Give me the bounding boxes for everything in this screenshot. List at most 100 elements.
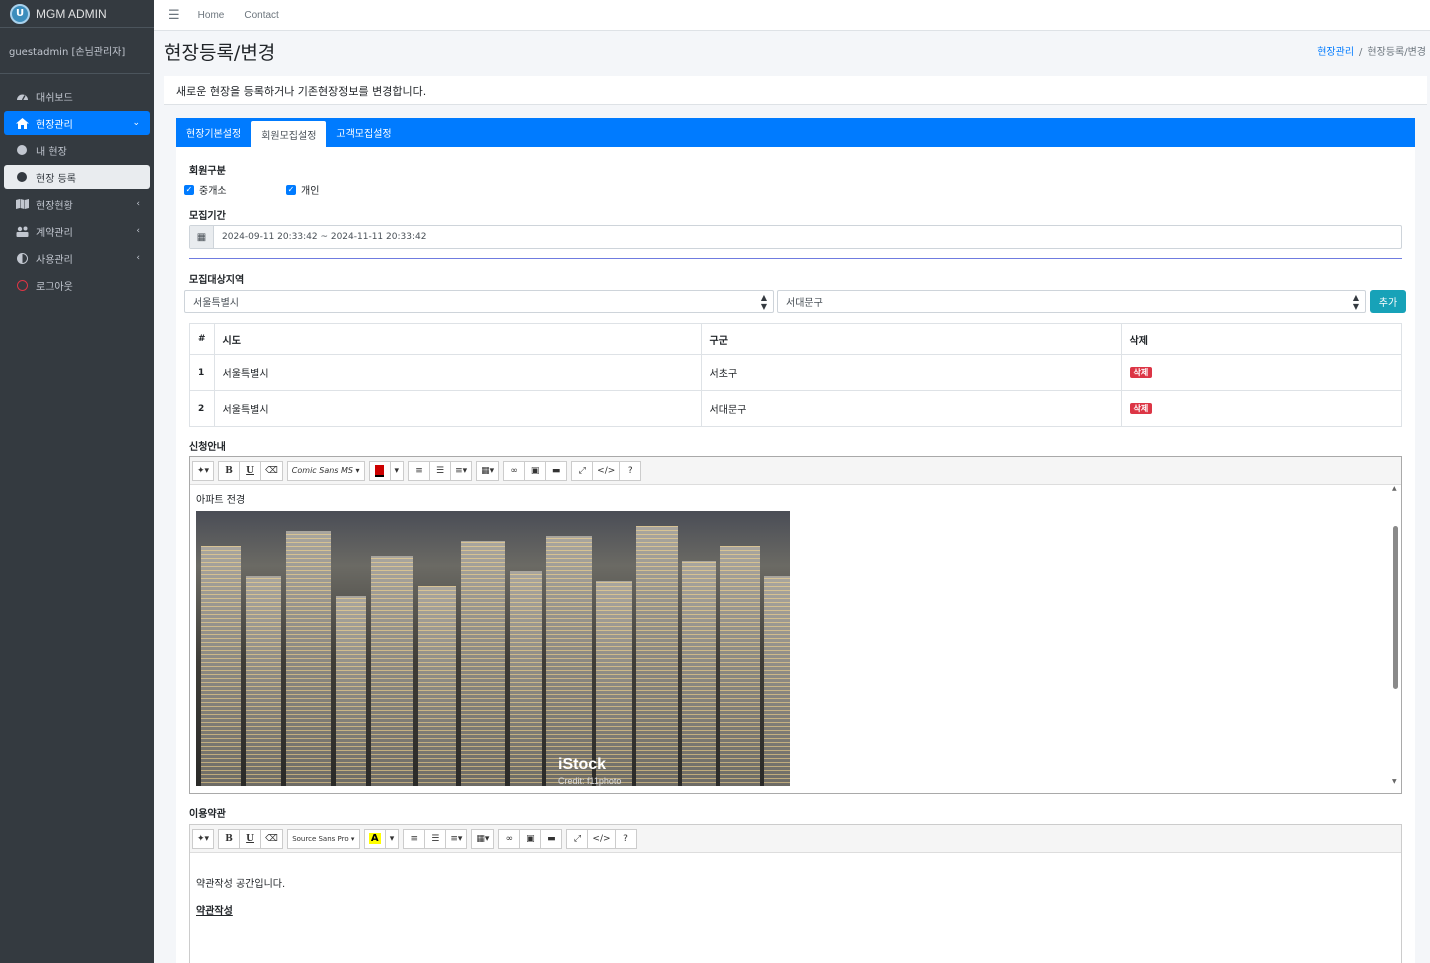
unordered-list-icon[interactable]: ≡ [403,828,426,849]
gugun-select[interactable]: 서대문구 ▲ ▼ [777,290,1366,313]
sidebar-item-usage[interactable]: 사용관리 ‹ [4,246,150,270]
sidebar-item-label: 사용관리 [36,254,73,266]
tab-member-recruit[interactable]: 회원모집설정 [251,121,327,147]
scroll-up-arrow-icon[interactable]: ▲ [1392,485,1397,492]
nav-link-contact[interactable]: Contact [244,10,278,21]
paragraph-align-icon[interactable]: ≡▾ [445,828,468,849]
ordered-list-icon[interactable]: ☰ [429,460,452,481]
circle-icon [15,145,29,155]
checkbox-checked-icon[interactable]: ✓ [286,184,296,195]
description-text: 새로운 현장을 등록하거나 기존현장정보를 변경합니다. [176,85,427,98]
table-icon[interactable]: ▦▾ [476,460,500,481]
video-icon[interactable]: ▬ [540,828,563,849]
unordered-list-icon[interactable]: ≡ [408,460,431,481]
font-family-dropdown[interactable]: Comic Sans MS ▾ [286,460,365,481]
sidebar-item-logout[interactable]: 로그아웃 [4,273,150,297]
guide-rich-text-editor: ✦▾ B U ⌫ Comic Sans MS ▾ ▾ ≡ ☰ ≡▾ ▦▾ ∞ ▣ [189,456,1402,794]
chevron-left-icon: ‹ [136,253,140,263]
period-value[interactable]: 2024-09-11 20:33:42 ~ 2024-11-11 20:33:4… [222,232,426,242]
breadcrumb: 현장관리 / 현장등록/변경 [1317,43,1426,58]
user-name[interactable]: guestadmin [손님관리자] [9,43,125,58]
select-arrows-icon: ▲ ▼ [760,292,767,311]
gugun-selected-value: 서대문구 [786,298,823,309]
people-icon [15,226,29,237]
page-title: 현장등록/변경 [164,42,276,64]
sidebar-item-my-site[interactable]: 내 현장 [4,138,150,162]
underline-button[interactable]: U [239,460,262,481]
code-view-icon[interactable]: </> [587,828,616,849]
editor-toolbar: ✦▾ B U ⌫ Comic Sans MS ▾ ▾ ≡ ☰ ≡▾ ▦▾ ∞ ▣ [190,457,1401,485]
table-row: 2 서울특별시 서대문구 삭제 [189,390,1403,427]
row-gugun: 서대문구 [700,390,1122,427]
bold-button[interactable]: B [218,460,241,481]
row-delete-cell: 삭제 [1120,354,1403,391]
row-sido: 서울특별시 [213,354,702,391]
tab-customer-recruit[interactable]: 고객모집설정 [326,118,401,147]
scrollbar-thumb[interactable] [1393,526,1398,689]
color-dropdown-caret-icon[interactable]: ▾ [384,828,400,849]
link-icon[interactable]: ∞ [503,460,526,481]
scroll-down-arrow-icon[interactable]: ▼ [1392,778,1397,785]
delete-button[interactable]: 삭제 [1129,367,1153,378]
magic-wand-style-icon[interactable]: ✦▾ [192,460,215,481]
help-icon[interactable]: ? [619,460,642,481]
fullscreen-icon[interactable]: ⤢ [566,828,589,849]
magic-wand-style-icon[interactable]: ✦▾ [192,828,215,849]
font-family-dropdown[interactable]: Source Sans Pro ▾ [286,828,360,849]
nav-link-home[interactable]: Home [198,10,225,21]
code-view-icon[interactable]: </> [592,460,621,481]
color-dropdown-caret-icon[interactable]: ▾ [389,460,405,481]
sidebar-item-site-status[interactable]: 현장현황 ‹ [4,192,150,216]
editor-scrollbar[interactable]: ▲ ▼ [1392,485,1400,787]
table-icon[interactable]: ▦▾ [471,828,495,849]
underline-button[interactable]: U [239,828,262,849]
terms-text-line: 약관작성 공간입니다. [196,879,286,890]
checkbox-checked-icon[interactable]: ✓ [184,184,194,195]
checkbox-broker[interactable]: ✓ 중개소 [184,182,227,197]
sidebar-item-contract[interactable]: 계약관리 ‹ [4,219,150,243]
text-color-button[interactable]: A [363,828,386,849]
checkbox-individual[interactable]: ✓ 개인 [286,182,319,197]
image-icon[interactable]: ▣ [524,460,547,481]
ordered-list-icon[interactable]: ☰ [424,828,447,849]
page-description: 새로운 현장을 등록하거나 기존현장정보를 변경합니다. [164,76,1427,105]
checkbox-label: 중개소 [199,186,227,197]
sidebar-item-site-management[interactable]: 현장관리 ⌄ [4,111,150,135]
tab-site-basic[interactable]: 현장기본설정 [176,118,251,147]
fullscreen-icon[interactable]: ⤢ [571,460,594,481]
help-icon[interactable]: ? [614,828,637,849]
adjust-icon [15,252,29,264]
apartment-photo: iStock Credit: f11photo [196,511,790,786]
sidebar-item-dashboard[interactable]: 대쉬보드 [4,84,150,108]
add-region-button[interactable]: 추가 [1370,290,1406,313]
sidebar-item-label: 현장관리 [36,119,73,131]
user-panel[interactable]: guestadmin [손님관리자] [0,28,150,74]
terms-rich-text-editor: ✦▾ B U ⌫ Source Sans Pro ▾ A ▾ ≡ ☰ ≡▾ ▦▾… [189,824,1402,963]
bold-button[interactable]: B [218,828,241,849]
breadcrumb-link-parent[interactable]: 현장관리 [1317,47,1354,58]
eraser-icon[interactable]: ⌫ [260,828,283,849]
brand-link[interactable]: U MGM ADMIN [0,0,154,28]
editor-content[interactable]: 약관작성 공간입니다. 약관작성 [190,853,1401,963]
calendar-icon[interactable]: ▦ [190,226,214,248]
sido-select[interactable]: 서울특별시 ▲ ▼ [184,290,774,313]
sidebar-item-site-register[interactable]: 현장 등록 [4,165,150,189]
video-icon[interactable]: ▬ [545,460,568,481]
link-icon[interactable]: ∞ [498,828,521,849]
image-icon[interactable]: ▣ [519,828,542,849]
chevron-left-icon: ‹ [136,226,140,236]
table-header-row: # 시도 구군 삭제 [189,323,1403,355]
period-label: 모집기간 [189,211,226,222]
checkbox-label: 개인 [301,186,320,197]
eraser-icon[interactable]: ⌫ [260,460,283,481]
sido-selected-value: 서울특별시 [193,298,239,309]
paragraph-align-icon[interactable]: ≡▾ [450,460,473,481]
guide-label: 신청안내 [189,442,226,453]
editor-content[interactable]: 아파트 전경 iStock Credit: f11photo [190,485,1401,793]
delete-button[interactable]: 삭제 [1129,403,1153,414]
region-label: 모집대상지역 [189,275,245,286]
text-color-button[interactable] [368,460,391,481]
menu-toggle-icon[interactable]: ☰ [168,8,180,23]
sidebar-item-label: 현장 등록 [36,173,76,185]
period-date-range-input[interactable]: ▦ 2024-09-11 20:33:42 ~ 2024-11-11 20:33… [189,225,1402,249]
